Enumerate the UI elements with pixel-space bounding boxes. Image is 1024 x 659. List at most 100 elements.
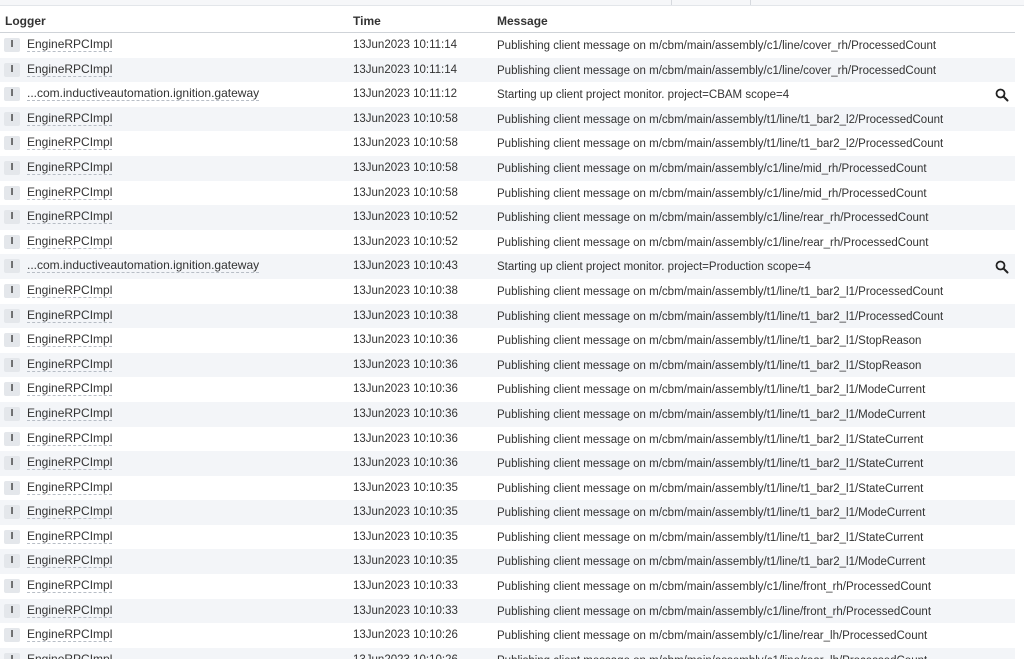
logger-link[interactable]: EngineRPCImpl — [27, 382, 113, 397]
table-row[interactable]: I EngineRPCImpl 13Jun2023 10:10:35 Publishi… — [0, 525, 1015, 550]
table-row[interactable]: I EngineRPCImpl 13Jun2023 10:10:36 Publishi… — [0, 328, 1015, 353]
logger-link[interactable]: EngineRPCImpl — [27, 431, 113, 446]
table-row[interactable]: I EngineRPCImpl 13Jun2023 10:10:33 Publishi… — [0, 574, 1015, 599]
row-message: Publishing client message on m/cbm/main/… — [497, 162, 927, 175]
row-time: 13Jun2023 10:10:36 — [353, 407, 458, 420]
table-row[interactable]: I EngineRPCImpl 13Jun2023 10:10:36 Publishi… — [0, 427, 1015, 452]
table-row[interactable]: I EngineRPCImpl 13Jun2023 10:10:58 Publishi… — [0, 181, 1015, 206]
logger-link[interactable]: EngineRPCImpl — [27, 357, 113, 372]
table-row[interactable]: I EngineRPCImpl 13Jun2023 10:10:26 Publishi… — [0, 623, 1015, 648]
row-time: 13Jun2023 10:10:52 — [353, 211, 458, 224]
logger-link[interactable]: EngineRPCImpl — [27, 136, 113, 151]
row-message: Publishing client message on m/cbm/main/… — [497, 630, 928, 643]
logger-link[interactable]: EngineRPCImpl — [27, 333, 113, 348]
logger-link[interactable]: EngineRPCImpl — [27, 234, 113, 249]
table-row[interactable]: I EngineRPCImpl 13Jun2023 10:11:14 Publishi… — [0, 33, 1015, 58]
level-badge: I — [4, 87, 20, 102]
logger-link[interactable]: EngineRPCImpl — [27, 210, 113, 225]
logger-link[interactable]: EngineRPCImpl — [27, 283, 113, 298]
table-row[interactable]: I EngineRPCImpl 13Jun2023 10:10:58 Publishi… — [0, 155, 1015, 181]
logger-link[interactable]: EngineRPCImpl — [27, 38, 113, 52]
table-row[interactable]: I EngineRPCImpl 13Jun2023 10:10:36 Publishi… — [0, 401, 1015, 427]
logger-link[interactable]: EngineRPCImpl — [27, 160, 113, 175]
row-time: 13Jun2023 10:10:58 — [353, 186, 458, 199]
row-time: 13Jun2023 10:11:12 — [353, 88, 458, 101]
row-time: 13Jun2023 10:10:58 — [353, 161, 458, 174]
row-message: Publishing client message on m/cbm/main/… — [497, 64, 937, 77]
row-message: Publishing client message on m/cbm/main/… — [497, 482, 924, 495]
logger-link[interactable]: EngineRPCImpl — [27, 456, 113, 471]
row-time: 13Jun2023 10:10:58 — [353, 137, 458, 150]
level-badge: I — [4, 406, 20, 421]
row-time: 13Jun2023 10:10:33 — [353, 580, 458, 593]
table-row[interactable]: I ...com.inductiveautomation.ignition.gat… — [0, 254, 1015, 279]
level-badge: I — [4, 603, 20, 618]
logger-link[interactable]: ...com.inductiveautomation.ignition.gate… — [27, 259, 260, 274]
table-row[interactable]: I EngineRPCImpl 13Jun2023 10:10:52 Publishi… — [0, 230, 1015, 255]
logger-link[interactable]: EngineRPCImpl — [27, 554, 113, 569]
row-message: Publishing client message on m/cbm/main/… — [497, 138, 944, 151]
level-badge: I — [4, 62, 20, 77]
row-message: Publishing client message on m/cbm/main/… — [497, 359, 922, 372]
row-time: 13Jun2023 10:10:35 — [353, 555, 458, 568]
logger-link[interactable]: ...com.inductiveautomation.ignition.gate… — [27, 87, 260, 102]
table-row[interactable]: I EngineRPCImpl 13Jun2023 10:10:35 Publishi… — [0, 549, 1015, 575]
level-badge: I — [4, 529, 20, 544]
row-message: Publishing client message on m/cbm/main/… — [497, 187, 927, 200]
table-row[interactable]: I EngineRPCImpl 13Jun2023 10:10:35 Publishi… — [0, 476, 1015, 501]
row-time: 13Jun2023 10:10:36 — [353, 383, 458, 396]
search-icon[interactable] — [995, 88, 1009, 102]
table-row[interactable]: I EngineRPCImpl 13Jun2023 10:10:58 Publishi… — [0, 131, 1015, 156]
toolbar-divider — [750, 0, 751, 5]
logger-link[interactable]: EngineRPCImpl — [27, 308, 113, 323]
logger-link[interactable]: EngineRPCImpl — [27, 62, 113, 77]
level-badge: I — [4, 579, 20, 594]
column-header-time[interactable]: Time — [353, 14, 381, 28]
table-row[interactable]: I EngineRPCImpl 13Jun2023 10:10:38 Publishi… — [0, 303, 1015, 329]
level-badge: I — [4, 333, 20, 348]
table-row[interactable]: I EngineRPCImpl 13Jun2023 10:10:35 Publishi… — [0, 500, 1015, 525]
row-time: 13Jun2023 10:11:14 — [353, 39, 458, 51]
table-row[interactable]: I EngineRPCImpl 13Jun2023 10:10:58 Publishi… — [0, 106, 1015, 132]
search-icon[interactable] — [995, 260, 1009, 274]
row-message: Publishing client message on m/cbm/main/… — [497, 285, 944, 298]
table-row[interactable]: I EngineRPCImpl 13Jun2023 10:11:14 Publishi… — [0, 57, 1015, 83]
logger-link[interactable]: EngineRPCImpl — [27, 529, 113, 544]
table-row[interactable]: I EngineRPCImpl 13Jun2023 10:10:36 Publishi… — [0, 451, 1015, 476]
row-message: Publishing client message on m/cbm/main/… — [497, 507, 926, 520]
row-message: Publishing client message on m/cbm/main/… — [497, 531, 924, 544]
row-message: Publishing client message on m/cbm/main/… — [497, 655, 927, 659]
row-message: Publishing client message on m/cbm/main/… — [497, 433, 924, 446]
toolbar-divider — [671, 0, 672, 5]
row-message: Starting up client project monitor. proj… — [497, 261, 811, 274]
table-row[interactable]: I EngineRPCImpl 13Jun2023 10:10:36 Publishi… — [0, 377, 1015, 402]
logger-link[interactable]: EngineRPCImpl — [27, 603, 113, 618]
logger-link[interactable]: EngineRPCImpl — [27, 652, 112, 659]
row-message: Publishing client message on m/cbm/main/… — [497, 408, 926, 421]
table-row[interactable]: I EngineRPCImpl 13Jun2023 10:10:36 Publishi… — [0, 352, 1015, 378]
level-badge: I — [4, 554, 20, 569]
row-message: Starting up client project monitor. proj… — [497, 89, 790, 102]
row-message: Publishing client message on m/cbm/main/… — [497, 605, 932, 618]
logger-link[interactable]: EngineRPCImpl — [27, 111, 113, 126]
logger-link[interactable]: EngineRPCImpl — [27, 505, 113, 520]
table-row[interactable]: I ...com.inductiveautomation.ignition.gat… — [0, 82, 1015, 107]
logger-link[interactable]: EngineRPCImpl — [27, 406, 113, 421]
column-header-logger[interactable]: Logger — [5, 14, 46, 28]
level-badge: I — [4, 111, 20, 126]
level-badge: I — [4, 259, 20, 274]
table-row[interactable]: I EngineRPCImpl 13Jun2023 10:10:38 Publishi… — [0, 279, 1015, 304]
column-header-message[interactable]: Message — [497, 14, 548, 28]
logger-link[interactable]: EngineRPCImpl — [27, 628, 113, 643]
logger-link[interactable]: EngineRPCImpl — [27, 579, 113, 594]
logger-link[interactable]: EngineRPCImpl — [27, 480, 113, 495]
row-time: 13Jun2023 10:10:43 — [353, 260, 458, 273]
table-row[interactable]: I EngineRPCImpl 13Jun2023 10:10:33 Publishi… — [0, 598, 1015, 624]
level-badge: I — [4, 38, 20, 52]
row-time: 13Jun2023 10:10:26 — [353, 629, 458, 642]
table-row[interactable]: I EngineRPCImpl 13Jun2023 10:10:52 Publishi… — [0, 205, 1015, 230]
logger-link[interactable]: EngineRPCImpl — [27, 185, 113, 200]
row-message: Publishing client message on m/cbm/main/… — [497, 556, 926, 569]
level-badge: I — [4, 308, 20, 323]
table-row[interactable]: I EngineRPCImpl 13Jun2023 10:10:26 Publishi… — [0, 647, 1015, 659]
